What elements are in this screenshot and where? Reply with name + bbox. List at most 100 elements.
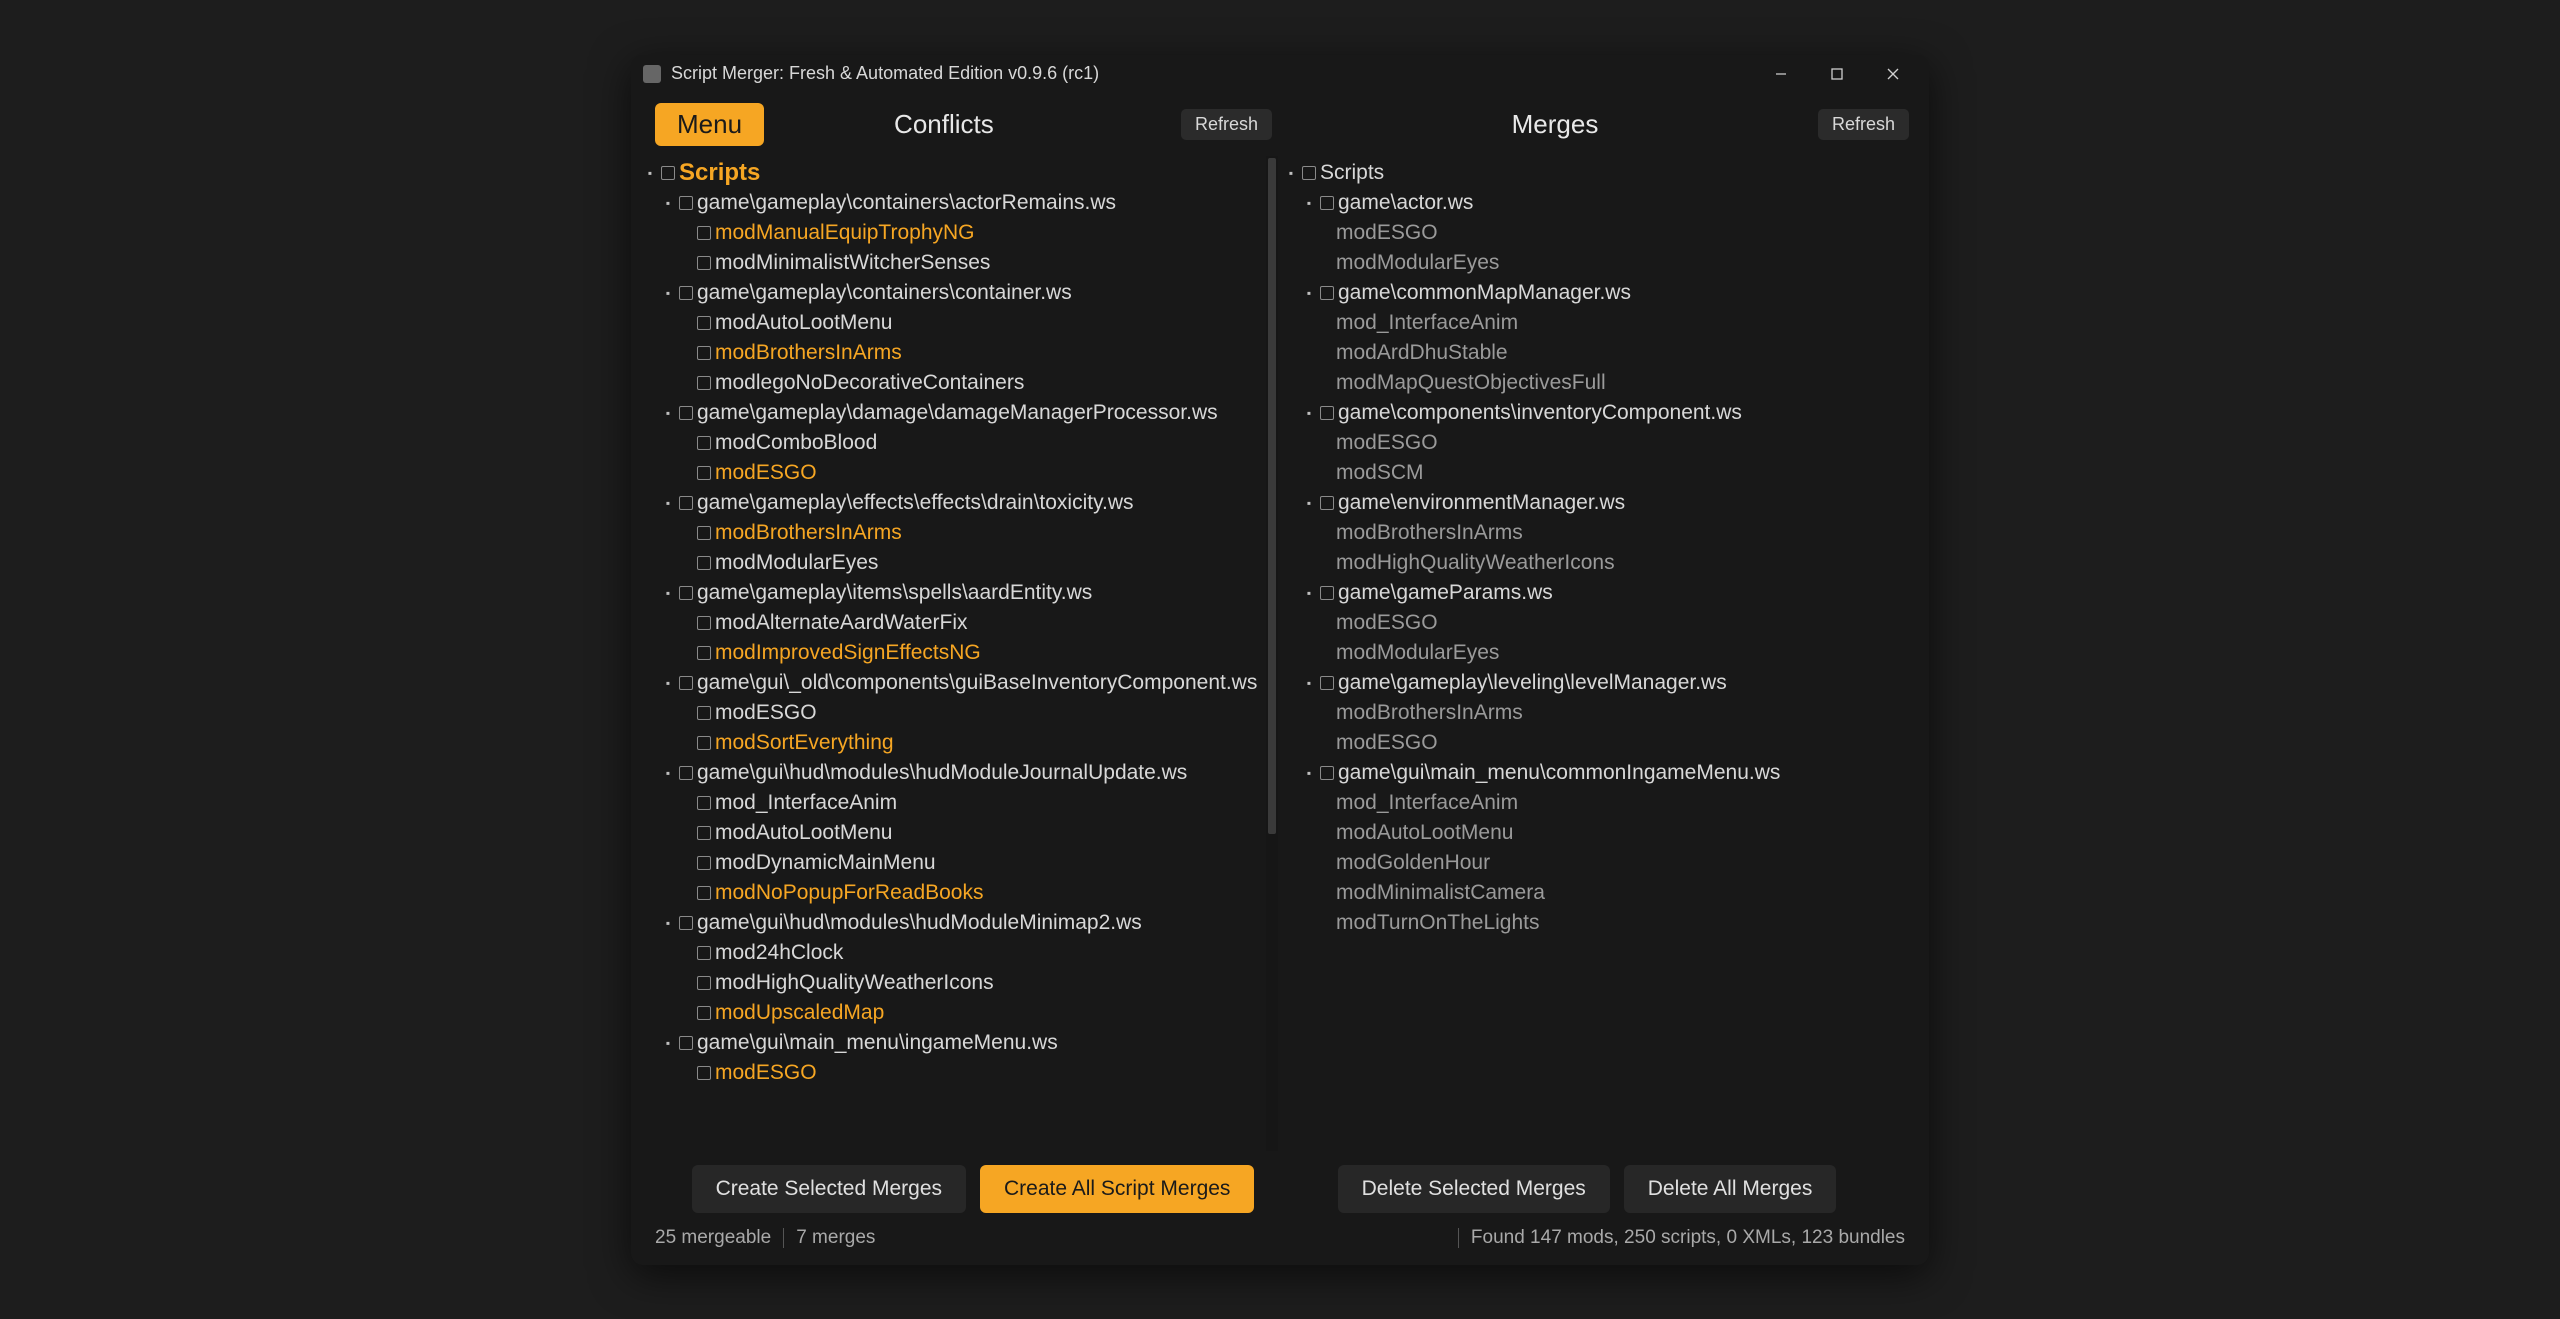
mod-row[interactable]: mod_InterfaceAnim bbox=[1284, 788, 1919, 818]
mod-row[interactable]: modESGO bbox=[643, 458, 1278, 488]
file-row[interactable]: ▪ game\gameplay\containers\container.ws bbox=[643, 278, 1278, 308]
checkbox[interactable] bbox=[679, 916, 693, 930]
collapse-icon[interactable]: ▪ bbox=[661, 916, 675, 930]
collapse-icon[interactable]: ▪ bbox=[661, 196, 675, 210]
file-row[interactable]: ▪ game\components\inventoryComponent.ws bbox=[1284, 398, 1919, 428]
checkbox[interactable] bbox=[697, 796, 711, 810]
checkbox[interactable] bbox=[1320, 586, 1334, 600]
mod-row[interactable]: modBrothersInArms bbox=[643, 518, 1278, 548]
file-row[interactable]: ▪ game\gameplay\effects\effects\drain\to… bbox=[643, 488, 1278, 518]
minimize-button[interactable] bbox=[1753, 55, 1809, 93]
mod-row[interactable]: modModularEyes bbox=[1284, 638, 1919, 668]
checkbox[interactable] bbox=[697, 436, 711, 450]
checkbox[interactable] bbox=[679, 766, 693, 780]
checkbox[interactable] bbox=[679, 1036, 693, 1050]
checkbox[interactable] bbox=[1320, 766, 1334, 780]
mod-row[interactable]: modBrothersInArms bbox=[1284, 518, 1919, 548]
file-row[interactable]: ▪ game\gui\hud\modules\hudModuleJournalU… bbox=[643, 758, 1278, 788]
close-button[interactable] bbox=[1865, 55, 1921, 93]
file-row[interactable]: ▪ game\gameplay\containers\actorRemains.… bbox=[643, 188, 1278, 218]
mod-row[interactable]: modMinimalistWitcherSenses bbox=[643, 248, 1278, 278]
mod-row[interactable]: modAutoLootMenu bbox=[643, 308, 1278, 338]
mod-row[interactable]: modImprovedSignEffectsNG bbox=[643, 638, 1278, 668]
collapse-icon[interactable]: ▪ bbox=[1302, 676, 1316, 690]
checkbox[interactable] bbox=[1320, 496, 1334, 510]
conflicts-scrollthumb[interactable] bbox=[1268, 158, 1276, 835]
collapse-icon[interactable]: ▪ bbox=[1302, 286, 1316, 300]
refresh-merges-button[interactable]: Refresh bbox=[1818, 109, 1909, 140]
maximize-button[interactable] bbox=[1809, 55, 1865, 93]
checkbox[interactable] bbox=[1320, 406, 1334, 420]
mod-row[interactable]: modAutoLootMenu bbox=[643, 818, 1278, 848]
mod-row[interactable]: modModularEyes bbox=[1284, 248, 1919, 278]
create-selected-button[interactable]: Create Selected Merges bbox=[692, 1165, 966, 1213]
checkbox[interactable] bbox=[679, 406, 693, 420]
checkbox[interactable] bbox=[679, 196, 693, 210]
mod-row[interactable]: modBrothersInArms bbox=[643, 338, 1278, 368]
checkbox[interactable] bbox=[697, 556, 711, 570]
checkbox[interactable] bbox=[1320, 196, 1334, 210]
create-all-button[interactable]: Create All Script Merges bbox=[980, 1165, 1254, 1213]
checkbox[interactable] bbox=[697, 646, 711, 660]
mod-row[interactable]: modNoPopupForReadBooks bbox=[643, 878, 1278, 908]
file-row[interactable]: ▪ game\environmentManager.ws bbox=[1284, 488, 1919, 518]
checkbox[interactable] bbox=[1320, 286, 1334, 300]
collapse-icon[interactable]: ▪ bbox=[661, 766, 675, 780]
mod-row[interactable]: modAlternateAardWaterFix bbox=[643, 608, 1278, 638]
file-row[interactable]: ▪ game\gui\main_menu\commonIngameMenu.ws bbox=[1284, 758, 1919, 788]
checkbox[interactable] bbox=[679, 496, 693, 510]
file-row[interactable]: ▪ game\actor.ws bbox=[1284, 188, 1919, 218]
file-row[interactable]: ▪ game\gui\hud\modules\hudModuleMinimap2… bbox=[643, 908, 1278, 938]
checkbox[interactable] bbox=[697, 466, 711, 480]
checkbox[interactable] bbox=[697, 526, 711, 540]
checkbox[interactable] bbox=[1302, 166, 1316, 180]
file-row[interactable]: ▪ game\gameParams.ws bbox=[1284, 578, 1919, 608]
mod-row[interactable]: modSortEverything bbox=[643, 728, 1278, 758]
checkbox[interactable] bbox=[1320, 676, 1334, 690]
checkbox[interactable] bbox=[697, 376, 711, 390]
mod-row[interactable]: mod_InterfaceAnim bbox=[643, 788, 1278, 818]
delete-all-button[interactable]: Delete All Merges bbox=[1624, 1165, 1837, 1213]
collapse-icon[interactable]: ▪ bbox=[1302, 496, 1316, 510]
collapse-icon[interactable]: ▪ bbox=[661, 496, 675, 510]
mod-row[interactable]: modUpscaledMap bbox=[643, 998, 1278, 1028]
collapse-icon[interactable]: ▪ bbox=[1284, 166, 1298, 180]
mod-row[interactable]: modDynamicMainMenu bbox=[643, 848, 1278, 878]
mod-row[interactable]: modESGO bbox=[1284, 608, 1919, 638]
checkbox[interactable] bbox=[697, 826, 711, 840]
file-row[interactable]: ▪ game\commonMapManager.ws bbox=[1284, 278, 1919, 308]
checkbox[interactable] bbox=[697, 736, 711, 750]
checkbox[interactable] bbox=[697, 886, 711, 900]
mod-row[interactable]: modAutoLootMenu bbox=[1284, 818, 1919, 848]
mod-row[interactable]: modESGO bbox=[1284, 218, 1919, 248]
collapse-icon[interactable]: ▪ bbox=[661, 676, 675, 690]
collapse-icon[interactable]: ▪ bbox=[661, 286, 675, 300]
file-row[interactable]: ▪ game\gameplay\leveling\levelManager.ws bbox=[1284, 668, 1919, 698]
collapse-icon[interactable]: ▪ bbox=[1302, 406, 1316, 420]
delete-selected-button[interactable]: Delete Selected Merges bbox=[1338, 1165, 1610, 1213]
mod-row[interactable]: modGoldenHour bbox=[1284, 848, 1919, 878]
checkbox[interactable] bbox=[697, 976, 711, 990]
mod-row[interactable]: modHighQualityWeatherIcons bbox=[1284, 548, 1919, 578]
mod-row[interactable]: modComboBlood bbox=[643, 428, 1278, 458]
collapse-icon[interactable]: ▪ bbox=[661, 406, 675, 420]
collapse-icon[interactable]: ▪ bbox=[1302, 586, 1316, 600]
checkbox[interactable] bbox=[697, 856, 711, 870]
mod-row[interactable]: modMapQuestObjectivesFull bbox=[1284, 368, 1919, 398]
collapse-icon[interactable]: ▪ bbox=[661, 586, 675, 600]
checkbox[interactable] bbox=[679, 286, 693, 300]
mod-row[interactable]: modArdDhuStable bbox=[1284, 338, 1919, 368]
checkbox[interactable] bbox=[661, 166, 675, 180]
mod-row[interactable]: mod24hClock bbox=[643, 938, 1278, 968]
file-row[interactable]: ▪ game\gameplay\damage\damageManagerProc… bbox=[643, 398, 1278, 428]
mod-row[interactable]: modESGO bbox=[1284, 728, 1919, 758]
conflicts-scrollbar[interactable] bbox=[1266, 156, 1278, 1151]
mod-row[interactable]: modMinimalistCamera bbox=[1284, 878, 1919, 908]
file-row[interactable]: ▪ game\gui\main_menu\ingameMenu.ws bbox=[643, 1028, 1278, 1058]
mod-row[interactable]: modTurnOnTheLights bbox=[1284, 908, 1919, 938]
checkbox[interactable] bbox=[697, 346, 711, 360]
checkbox[interactable] bbox=[697, 616, 711, 630]
mod-row[interactable]: modESGO bbox=[643, 698, 1278, 728]
checkbox[interactable] bbox=[697, 1006, 711, 1020]
collapse-icon[interactable]: ▪ bbox=[661, 1036, 675, 1050]
